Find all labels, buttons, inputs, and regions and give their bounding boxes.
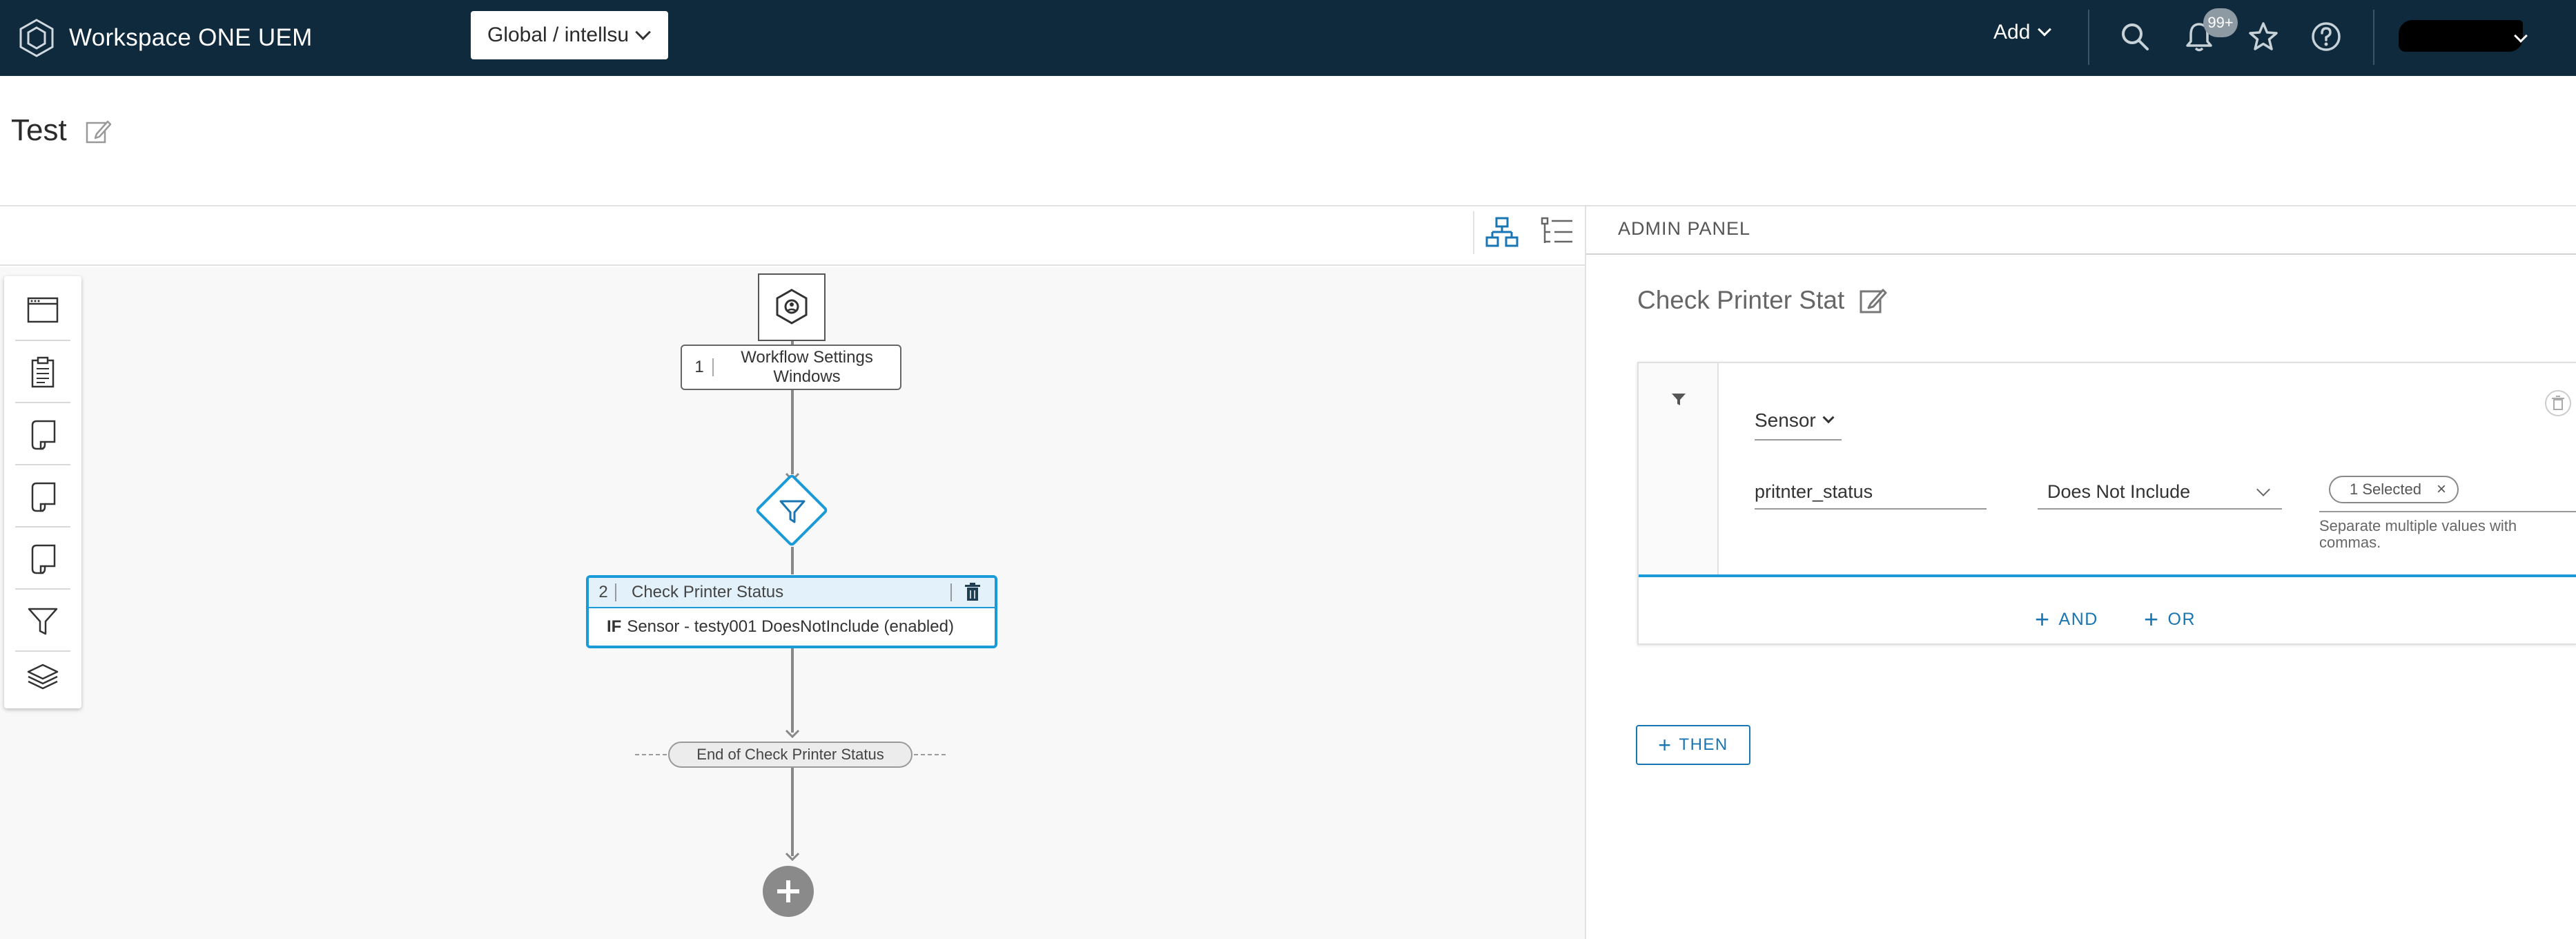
trash-icon[interactable] [962, 581, 984, 603]
workflow-trigger-node[interactable] [758, 273, 826, 341]
header-divider [2088, 10, 2089, 65]
condition-node[interactable]: 2 Check Printer Status IF Sensor - testy… [586, 575, 997, 648]
user-account-menu[interactable] [2399, 17, 2544, 55]
plus-icon: + [2144, 605, 2160, 633]
chevron-down-icon [1822, 412, 1835, 424]
condition-node-header: 2 Check Printer Status [589, 578, 995, 608]
organization-group-label: Global / intellsu [487, 23, 630, 46]
add-menu-label: Add [1993, 21, 2031, 43]
clipboard-icon [31, 356, 55, 388]
page-title: Test [11, 113, 67, 147]
condition-expression: Sensor - testy001 DoesNotInclude (enable… [627, 617, 954, 636]
plus-icon: + [1658, 732, 1672, 757]
if-keyword: IF [607, 617, 622, 636]
filter-icon [779, 500, 806, 523]
palette-item-window[interactable] [15, 280, 70, 341]
dashed-line [914, 754, 946, 755]
attribute-input[interactable]: pritnter_status [1755, 475, 1987, 510]
rule-footer: + AND + OR [1639, 574, 2576, 645]
logo-icon [19, 19, 54, 57]
connector [791, 648, 794, 733]
add-or-label: OR [2167, 609, 2196, 629]
end-node: End of Check Printer Status [668, 742, 913, 768]
add-then-button[interactable]: + THEN [1636, 725, 1750, 765]
add-and-label: AND [2058, 609, 2098, 629]
chevron-down-icon [2038, 22, 2052, 37]
notification-count-badge: 99+ [2203, 8, 2238, 37]
organization-group-selector[interactable]: Global / intellsu [471, 11, 668, 59]
add-step-button[interactable] [763, 866, 814, 917]
script-icon [31, 420, 56, 450]
brand[interactable]: Workspace ONE UEM [17, 18, 313, 58]
help-button[interactable] [2309, 19, 2343, 54]
plus-icon [777, 880, 799, 902]
condition-node-name: Check Printer Status [632, 583, 784, 601]
star-icon [2249, 22, 2278, 50]
redacted-username [2399, 20, 2523, 52]
workflow-settings-node[interactable]: 1 Workflow Settings Windows [681, 345, 901, 390]
trigger-gear-icon [776, 289, 808, 325]
add-or-button[interactable]: + OR [2144, 605, 2196, 634]
operator-select[interactable]: Does Not Include [2038, 475, 2282, 510]
layers-icon [27, 664, 59, 690]
close-icon[interactable]: × [2437, 480, 2446, 499]
script-icon [31, 544, 56, 574]
admin-panel-divider [1586, 253, 2576, 255]
edit-icon[interactable] [1858, 286, 1887, 315]
chevron-down-icon [635, 24, 652, 41]
source-select[interactable]: Sensor [1755, 402, 1842, 441]
palette-item-script[interactable] [15, 467, 70, 527]
app-name: Workspace ONE UEM [69, 24, 313, 51]
source-select-value: Sensor [1755, 409, 1816, 431]
canvas-toolbar [0, 206, 1585, 266]
selected-values-chip[interactable]: 1 Selected × [2329, 476, 2459, 503]
favorites-button[interactable] [2246, 19, 2281, 54]
chevron-down-icon [2256, 483, 2270, 496]
condition-node-body: IF Sensor - testy001 DoesNotInclude (ena… [589, 608, 995, 646]
flow-view-icon[interactable] [1484, 214, 1520, 250]
value-input[interactable]: 1 Selected × [2319, 468, 2576, 512]
palette-item-layers[interactable] [15, 646, 70, 707]
edit-title-icon[interactable] [84, 117, 112, 145]
list-view-icon[interactable] [1539, 214, 1575, 250]
search-icon [2122, 23, 2149, 50]
arrow-down-icon [785, 852, 800, 862]
filter-icon [1672, 394, 1686, 405]
plus-icon: + [2035, 605, 2051, 633]
panel-divider [1585, 206, 1586, 939]
arrow-down-icon [785, 729, 800, 739]
search-button[interactable] [2118, 19, 2152, 54]
settings-node-label: Workflow Settings Windows [741, 348, 873, 386]
palette-item-clipboard[interactable] [15, 342, 70, 403]
rule-gutter [1639, 363, 1719, 574]
operator-select-value: Does Not Include [2047, 481, 2191, 502]
header-divider [2373, 10, 2374, 65]
help-icon [2312, 22, 2341, 51]
chip-label: 1 Selected [2350, 481, 2421, 498]
step-number: 2 [592, 583, 616, 601]
connector [791, 768, 794, 856]
step-number: 1 [686, 358, 714, 376]
rule-card: Sensor pritnter_status Does Not Include … [1637, 362, 2576, 645]
palette-item-filter[interactable] [15, 591, 70, 652]
add-then-label: THEN [1679, 735, 1728, 754]
window-icon [27, 297, 59, 323]
connector [791, 390, 794, 474]
connector [791, 547, 794, 574]
script-icon [31, 482, 56, 512]
tab-admin-panel[interactable]: ADMIN PANEL [1618, 218, 1750, 240]
dashed-line [635, 754, 667, 755]
toolbar-divider [1473, 211, 1474, 254]
trash-icon[interactable] [2544, 389, 2572, 417]
palette-item-script[interactable] [15, 529, 70, 590]
value-help-text: Separate multiple values with commas. [2319, 517, 2517, 551]
add-menu-button[interactable]: Add [1993, 21, 2052, 44]
header-separator [950, 583, 952, 601]
palette-item-script[interactable] [15, 405, 70, 465]
panel-title: Check Printer Stat [1637, 286, 1845, 314]
step-palette [4, 276, 81, 708]
add-and-button[interactable]: + AND [2035, 605, 2098, 634]
filter-icon [28, 608, 58, 635]
